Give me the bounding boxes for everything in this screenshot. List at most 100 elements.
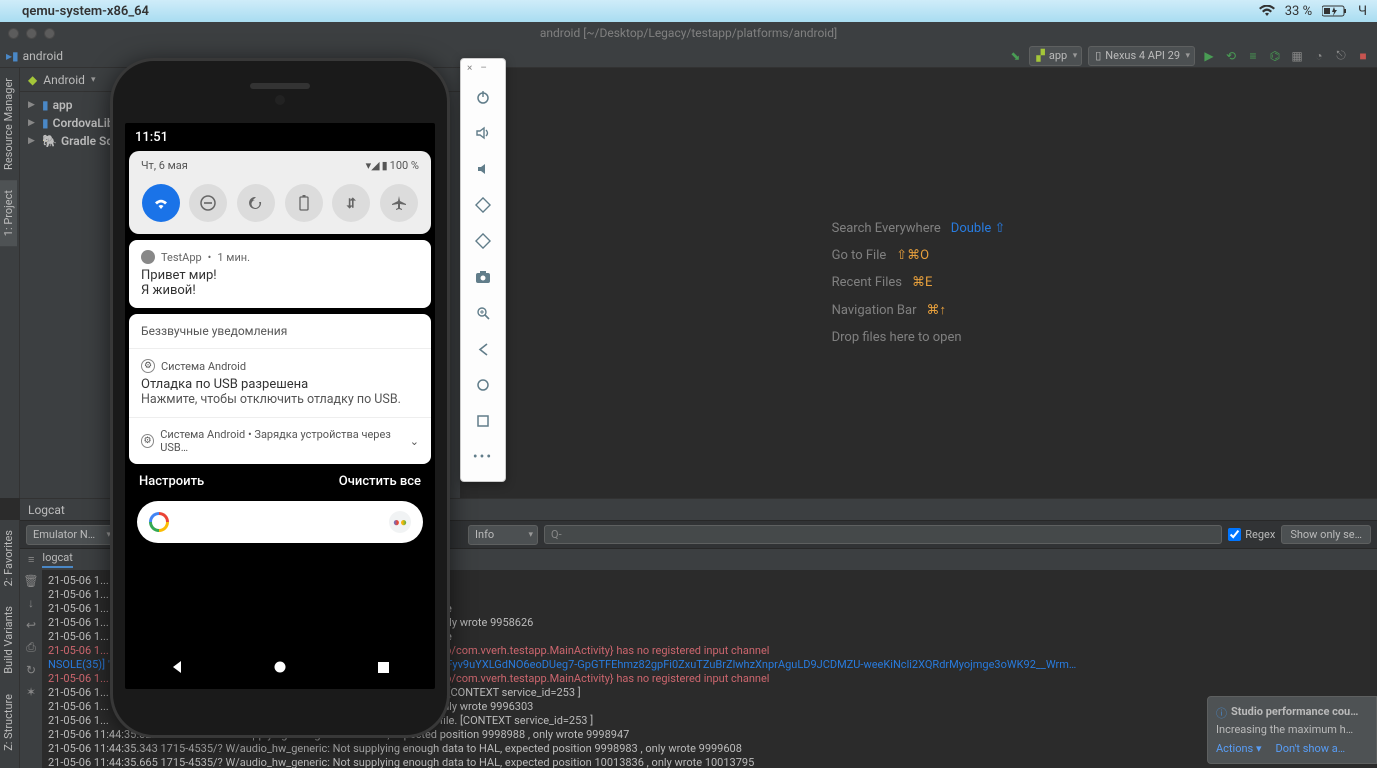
run-icon[interactable]: ▶ (1201, 48, 1217, 64)
menubar-time: Ч (1358, 4, 1367, 19)
soft-wrap-icon[interactable]: ↩ (26, 618, 36, 632)
wifi-icon[interactable] (1259, 5, 1275, 17)
info-icon: ⓘ (1216, 705, 1227, 721)
filter-combo[interactable]: Show only se… (1281, 525, 1371, 544)
silent-header: Беззвучные уведомления (129, 314, 431, 349)
trash-icon[interactable]: 🗑 (23, 574, 38, 588)
emu-rotate-left-icon[interactable] (467, 189, 499, 221)
qs-dnd[interactable] (189, 184, 227, 222)
ide-titlebar: android [~/Desktop/Legacy/testapp/platfo… (0, 22, 1377, 44)
emu-close-icon[interactable]: × (467, 63, 472, 74)
tab-favorites[interactable]: 2: Favorites (0, 520, 17, 596)
phone-status-bar: 11:51 (125, 123, 435, 151)
emu-back-icon[interactable] (467, 333, 499, 365)
emu-home-icon[interactable] (467, 369, 499, 401)
profile-icon[interactable]: ◔ (1311, 48, 1327, 64)
silent-notifications: Беззвучные уведомления ⚙Система Android … (129, 314, 431, 464)
window-minimize-icon[interactable] (26, 28, 37, 39)
settings-icon[interactable]: ✶ (26, 685, 36, 699)
qs-rotate[interactable] (237, 184, 275, 222)
apply-changes-icon[interactable]: ⟲ (1223, 48, 1239, 64)
emu-power-icon[interactable] (467, 81, 499, 113)
emu-overview-icon[interactable] (467, 405, 499, 437)
hint-drop: Drop files here to open (832, 330, 962, 345)
debug-icon[interactable]: ⌬ (1267, 48, 1283, 64)
ide-title-text: android [~/Desktop/Legacy/testapp/platfo… (540, 26, 837, 40)
qs-wifi[interactable] (142, 184, 180, 222)
battery-icon: ▮ (382, 159, 388, 172)
run-config-combo[interactable]: ▞ app (1029, 46, 1082, 66)
breadcrumb[interactable]: ▸▮ android (6, 49, 63, 63)
coverage-icon[interactable]: ▦ (1289, 48, 1305, 64)
expand-icon[interactable]: ▶ (28, 118, 38, 128)
manage-button[interactable]: Настроить (139, 474, 204, 489)
tab-resource-manager[interactable]: Resource Manager (0, 68, 17, 180)
notif-dismiss[interactable]: Don't show a… (1275, 742, 1345, 755)
notification-title: Привет мир! (141, 268, 419, 283)
menubar-app-name[interactable]: qemu-system-x86_64 (22, 4, 149, 19)
clear-all-button[interactable]: Очистить все (339, 474, 421, 489)
android-robot-icon: ◆ (28, 73, 37, 87)
emulator-screen[interactable]: 11:51 Чт, 6 мая ▾◢ ▮ 100 % (125, 123, 435, 689)
emu-minimize-icon[interactable]: – (480, 63, 487, 74)
usb-debug-notification[interactable]: ⚙Система Android Отладка по USB разрешен… (129, 349, 431, 417)
expand-icon[interactable]: ▶ (28, 100, 38, 110)
folder-icon: ▸▮ (6, 49, 19, 63)
print-icon[interactable]: ⎙ (26, 640, 36, 655)
quick-settings: Чт, 6 мая ▾◢ ▮ 100 % (129, 151, 431, 234)
wifi-signal-icon: ▾◢ (366, 159, 380, 172)
expand-icon[interactable]: ▶ (28, 136, 38, 146)
emu-rotate-right-icon[interactable] (467, 225, 499, 257)
emulator-combo[interactable]: Emulator N… (26, 525, 116, 545)
logcat-gutter: 🗑 ↓ ↩ ⎙ ↻ ✶ (20, 570, 42, 768)
scroll-end-icon[interactable]: ↓ (28, 596, 34, 610)
log-level-combo[interactable]: Info (468, 525, 538, 545)
tab-build-variants[interactable]: Build Variants (0, 596, 17, 684)
tab-structure[interactable]: Z: Structure (0, 684, 17, 761)
stop-icon[interactable]: ■ (1355, 48, 1371, 64)
android-nav-bar (125, 645, 435, 689)
attach-debugger-icon[interactable]: ⎋ (1333, 48, 1349, 64)
window-close-icon[interactable] (8, 28, 19, 39)
restart-icon[interactable]: ↻ (26, 663, 36, 677)
hint-goto-key: ⇧⌘O (896, 248, 929, 263)
notification-body: Я живой! (141, 283, 419, 298)
google-logo-icon (149, 512, 169, 532)
window-zoom-icon[interactable] (44, 28, 55, 39)
hint-recent: Recent Files (832, 275, 902, 290)
app-icon (141, 250, 155, 264)
logcat-subtab[interactable]: logcat (42, 551, 72, 568)
regex-checkbox[interactable]: Regex (1228, 528, 1275, 541)
qs-data[interactable] (332, 184, 370, 222)
qs-airplane[interactable] (380, 184, 418, 222)
notif-actions[interactable]: Actions ▾ (1216, 742, 1261, 755)
apply-code-icon[interactable]: ≡ (1245, 48, 1261, 64)
logcat-search[interactable]: Q- (544, 525, 1222, 544)
emu-zoom-icon[interactable] (467, 297, 499, 329)
emu-volume-up-icon[interactable] (467, 117, 499, 149)
hint-recent-key: ⌘E (912, 275, 932, 290)
shade-battery: 100 % (390, 159, 419, 172)
breadcrumb-text: android (23, 49, 63, 63)
shade-date: Чт, 6 мая (141, 159, 188, 172)
emu-volume-down-icon[interactable] (467, 153, 499, 185)
gradle-icon: 🐘 (42, 134, 57, 148)
emu-more-icon[interactable]: ••• (467, 441, 499, 473)
left-tool-gutter: Resource Manager 1: Project (0, 68, 20, 498)
nav-back-icon[interactable] (170, 660, 184, 674)
emu-screenshot-icon[interactable] (467, 261, 499, 293)
hint-search: Search Everywhere (832, 221, 941, 236)
build-icon[interactable]: ⬊ (1007, 48, 1023, 64)
emulator-controls: × – ••• (460, 58, 506, 482)
qs-battery[interactable] (285, 184, 323, 222)
chevron-down-icon[interactable]: ⌄ (410, 435, 419, 448)
nav-home-icon[interactable] (273, 660, 287, 674)
nav-recents-icon[interactable] (377, 661, 390, 674)
charging-notification[interactable]: ⚙ Система Android • Зарядка устройства ч… (129, 417, 431, 464)
google-search[interactable]: ●● (137, 501, 423, 543)
assistant-icon[interactable]: ●● (389, 511, 411, 533)
editor-empty-state: Search EverywhereDouble ⇧ Go to File⇧⌘O … (460, 68, 1377, 498)
notification-card[interactable]: TestApp • 1 мин. Привет мир! Я живой! (129, 240, 431, 308)
device-combo[interactable]: ▯ Nexus 4 API 29 (1088, 46, 1195, 66)
tab-project[interactable]: 1: Project (0, 180, 17, 246)
